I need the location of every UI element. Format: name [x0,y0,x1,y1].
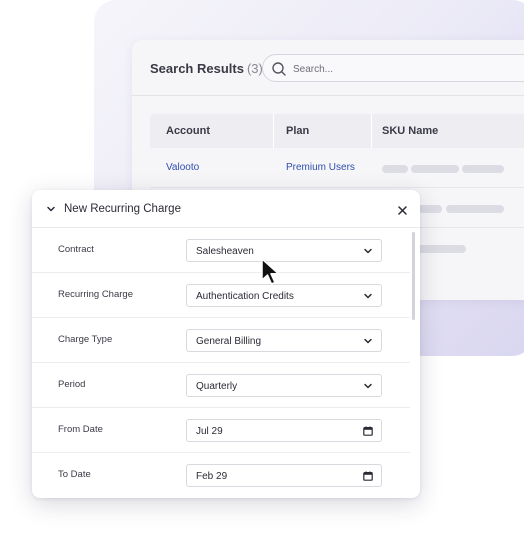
to-date-input[interactable]: Feb 29 [186,464,382,487]
form-row-contract: Contract Salesheaven [32,228,410,273]
form-row-charge-type: Charge Type General Billing [32,318,410,363]
skeleton-placeholder [446,205,504,213]
close-button[interactable] [394,202,410,218]
chevron-down-icon [364,293,372,299]
panel-header[interactable]: New Recurring Charge [32,190,420,228]
close-icon [397,205,407,215]
search-results-header: Search Results (3) [132,40,524,96]
chevron-down-icon [364,383,372,389]
column-divider [371,114,372,148]
to-date-label: To Date [58,469,91,480]
column-divider [273,114,274,148]
column-header-account[interactable]: Account [166,125,210,137]
column-header-plan[interactable]: Plan [286,125,309,137]
recurring-charge-value: Authentication Credits [196,291,294,302]
column-header-sku-name[interactable]: SKU Name [382,125,438,137]
search-results-count: (3) [246,61,263,76]
to-date-value: Feb 29 [196,471,228,482]
charge-type-select[interactable]: General Billing [186,329,382,352]
chevron-down-icon [364,338,372,344]
panel-scrollbar[interactable] [412,232,415,320]
table-row[interactable]: Valooto Premium Users [150,148,524,188]
form-row-period: Period Quarterly [32,363,410,408]
recurring-charge-select[interactable]: Authentication Credits [186,284,382,307]
form-row-from-date: From Date Jul 29 [32,408,410,453]
chevron-down-icon[interactable] [46,204,56,214]
account-link[interactable]: Valooto [166,162,199,173]
search-results-title-text: Search Results [150,61,244,76]
search-box[interactable] [262,54,524,82]
search-icon [272,62,286,76]
chevron-down-icon [364,248,372,254]
charge-type-label: Charge Type [58,334,113,345]
search-results-title: Search Results (3) [150,61,263,76]
form-row-to-date: To Date Feb 29 [32,453,410,498]
plan-link[interactable]: Premium Users [286,162,355,173]
from-date-label: From Date [58,424,103,435]
form-row-recurring-charge: Recurring Charge Authentication Credits [32,273,410,318]
skeleton-placeholder [418,205,442,213]
results-table-header: Account Plan SKU Name [150,114,524,148]
contract-value: Salesheaven [196,246,254,257]
new-recurring-charge-panel: New Recurring Charge Contract Salesheave… [32,190,420,498]
period-label: Period [58,379,86,390]
skeleton-placeholder [382,165,408,173]
search-input[interactable] [293,61,493,77]
panel-title: New Recurring Charge [64,203,181,215]
contract-select[interactable]: Salesheaven [186,239,382,262]
skeleton-placeholder [462,165,504,173]
calendar-icon[interactable] [363,471,373,481]
recurring-charge-label: Recurring Charge [58,289,133,300]
from-date-input[interactable]: Jul 29 [186,419,382,442]
period-select[interactable]: Quarterly [186,374,382,397]
period-value: Quarterly [196,381,238,392]
skeleton-placeholder [411,165,459,173]
calendar-icon[interactable] [363,426,373,436]
contract-label: Contract [58,244,94,255]
mouse-pointer-icon [261,258,280,285]
from-date-value: Jul 29 [196,426,223,437]
charge-type-value: General Billing [196,336,262,347]
